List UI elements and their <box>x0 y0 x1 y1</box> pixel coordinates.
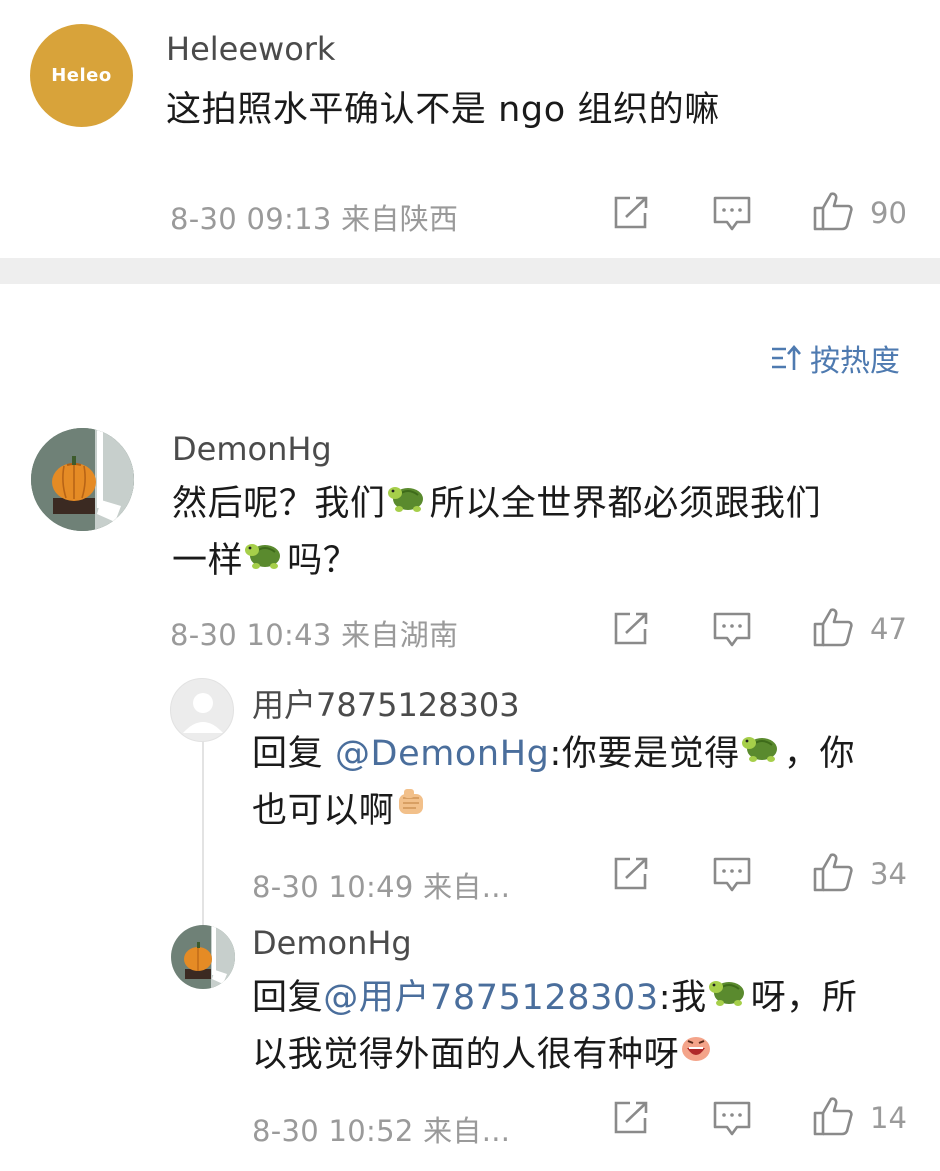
avatar-default-user[interactable] <box>170 678 234 742</box>
laugh-emoji <box>679 1025 713 1081</box>
reply-text-part: 以我觉得外面的人很有种呀 <box>252 1035 680 1075</box>
like-count: 14 <box>870 1101 907 1135</box>
avatar-text: Heleo <box>51 65 112 86</box>
section-divider <box>0 258 940 284</box>
like-icon[interactable] <box>812 606 854 648</box>
reply-text-part: ，你 <box>783 734 856 774</box>
reply-text: 回复 @DemonHg:你要是觉得 ，你 也可以啊 <box>252 726 855 840</box>
sort-by-hot-button[interactable]: 按热度 <box>770 336 900 380</box>
reply-username[interactable]: 用户7875128303 <box>252 680 520 726</box>
reply-text-part: 呀，所 <box>750 978 858 1018</box>
sort-label: 按热度 <box>810 344 900 379</box>
like-count: 34 <box>870 857 907 891</box>
fist-emoji <box>394 781 428 837</box>
turtle-emoji <box>740 724 784 780</box>
thread-line <box>202 738 204 930</box>
comment-meta: 8-30 09:13 来自陕西 <box>170 202 459 236</box>
share-icon[interactable] <box>612 611 650 647</box>
reply-text-part: 也可以啊 <box>252 791 395 831</box>
comment-username[interactable]: DemonHg <box>172 430 332 468</box>
like-icon[interactable] <box>812 851 854 893</box>
mention-link[interactable]: @用户7875128303 <box>323 978 658 1018</box>
like-count: 90 <box>870 196 907 230</box>
comment-icon[interactable] <box>712 611 752 649</box>
reply-text: 回复@用户7875128303:我 呀，所 以我觉得外面的人很有种呀 <box>252 970 858 1084</box>
share-icon[interactable] <box>612 195 650 231</box>
avatar-demonhg[interactable] <box>31 428 134 531</box>
reply-meta: 8-30 10:49 来自... <box>252 870 511 904</box>
comment-text-part: 然后呢？我们 <box>172 484 386 524</box>
like-icon[interactable] <box>812 190 854 232</box>
sort-icon <box>770 344 802 372</box>
turtle-emoji <box>243 531 287 587</box>
share-icon[interactable] <box>612 1100 650 1136</box>
comment-icon[interactable] <box>712 1100 752 1138</box>
reply-text-part: :你要是觉得 <box>549 734 740 774</box>
share-icon[interactable] <box>612 856 650 892</box>
avatar-heleework[interactable]: Heleo <box>30 24 133 127</box>
comment-icon[interactable] <box>712 856 752 894</box>
avatar-demonhg-small[interactable] <box>171 925 235 989</box>
comment-username[interactable]: Heleework <box>166 30 335 68</box>
turtle-emoji <box>386 474 430 530</box>
comment-icon[interactable] <box>712 195 752 233</box>
mention-link[interactable]: @DemonHg <box>335 734 550 774</box>
comment-text-part: 一样 <box>172 541 244 581</box>
comment-text-part: 所以全世界都必须跟我们 <box>429 484 822 524</box>
comment-text: 这拍照水平确认不是 ngo 组织的嘛 <box>166 90 720 130</box>
comment-text-part: 吗？ <box>287 541 359 581</box>
reply-prefix: 回复 <box>252 978 324 1018</box>
comment-text: 然后呢？我们 所以全世界都必须跟我们 一样 吗？ <box>172 476 821 590</box>
reply-prefix: 回复 <box>252 734 335 774</box>
comment-meta: 8-30 10:43 来自湖南 <box>170 618 459 652</box>
reply-text-part: :我 <box>658 978 707 1018</box>
like-count: 47 <box>870 612 907 646</box>
reply-username[interactable]: DemonHg <box>252 924 412 962</box>
reply-meta: 8-30 10:52 来自... <box>252 1114 511 1148</box>
turtle-emoji <box>707 968 751 1024</box>
like-icon[interactable] <box>812 1095 854 1137</box>
